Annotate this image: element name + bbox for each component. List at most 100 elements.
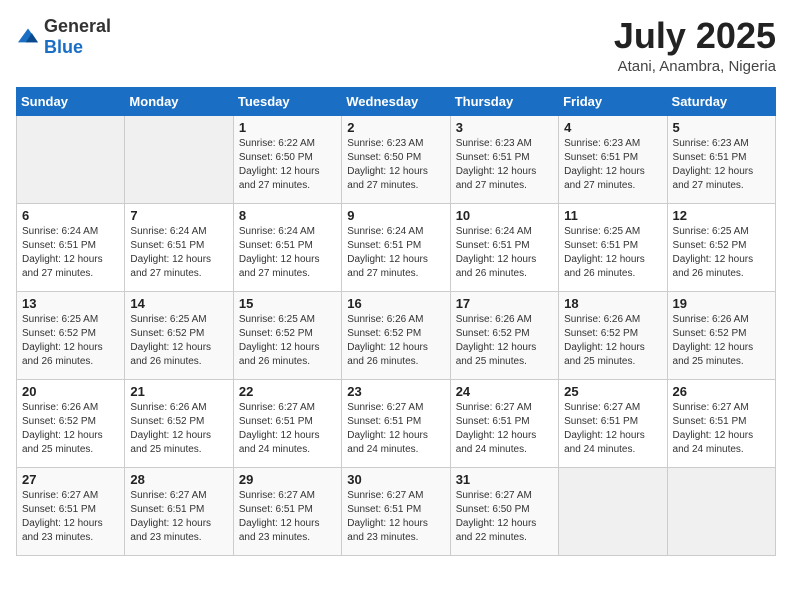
calendar-cell xyxy=(17,115,125,203)
calendar-week-row: 20Sunrise: 6:26 AMSunset: 6:52 PMDayligh… xyxy=(17,379,776,467)
calendar-cell: 13 Sunrise: 6:25 AMSunset: 6:52 PMDayligh… xyxy=(17,291,125,379)
day-number: 7 xyxy=(130,208,227,223)
day-number: 30 xyxy=(347,472,444,487)
day-number: 3 xyxy=(456,120,553,135)
calendar-cell: 15Sunrise: 6:25 AMSunset: 6:52 PMDayligh… xyxy=(233,291,341,379)
day-number: 29 xyxy=(239,472,336,487)
calendar-cell: 2 Sunrise: 6:23 AMSunset: 6:50 PMDaylight… xyxy=(342,115,450,203)
location-title: Atani, Anambra, Nigeria xyxy=(614,58,776,75)
day-number: 11 xyxy=(564,208,661,223)
calendar-cell: 26 Sunrise: 6:27 AMSunset: 6:51 PMDayligh… xyxy=(667,379,775,467)
weekday-header: Monday xyxy=(125,87,233,115)
calendar-cell: 9 Sunrise: 6:24 AMSunset: 6:51 PMDaylight… xyxy=(342,203,450,291)
logo-text: General Blue xyxy=(44,16,111,58)
logo-general: General xyxy=(44,16,111,36)
cell-content: Sunrise: 6:22 AMSunset: 6:50 PMDaylight:… xyxy=(239,137,336,193)
cell-content: Sunrise: 6:26 AMSunset: 6:52 PMDaylight:… xyxy=(673,313,770,369)
day-number: 9 xyxy=(347,208,444,223)
cell-content: Sunrise: 6:25 AMSunset: 6:52 PMDaylight:… xyxy=(239,313,336,369)
calendar-cell: 10 Sunrise: 6:24 AMSunset: 6:51 PMDayligh… xyxy=(450,203,558,291)
cell-content: Sunrise: 6:25 AMSunset: 6:51 PMDaylight:… xyxy=(564,225,661,281)
calendar-cell: 16 Sunrise: 6:26 AMSunset: 6:52 PMDayligh… xyxy=(342,291,450,379)
day-number: 24 xyxy=(456,384,553,399)
calendar-cell: 29 Sunrise: 6:27 AMSunset: 6:51 PMDayligh… xyxy=(233,467,341,555)
day-number: 28 xyxy=(130,472,227,487)
day-number: 18 xyxy=(564,296,661,311)
calendar-cell: 20Sunrise: 6:26 AMSunset: 6:52 PMDayligh… xyxy=(17,379,125,467)
cell-content: Sunrise: 6:27 AMSunset: 6:51 PMDaylight:… xyxy=(239,489,336,545)
day-number: 26 xyxy=(673,384,770,399)
calendar-cell: 8 Sunrise: 6:24 AMSunset: 6:51 PMDaylight… xyxy=(233,203,341,291)
cell-content: Sunrise: 6:27 AMSunset: 6:51 PMDaylight:… xyxy=(673,401,770,457)
calendar-cell: 3 Sunrise: 6:23 AMSunset: 6:51 PMDaylight… xyxy=(450,115,558,203)
cell-content: Sunrise: 6:27 AMSunset: 6:51 PMDaylight:… xyxy=(456,401,553,457)
logo-blue: Blue xyxy=(44,37,83,57)
cell-content: Sunrise: 6:23 AMSunset: 6:51 PMDaylight:… xyxy=(564,137,661,193)
calendar-cell: 17 Sunrise: 6:26 AMSunset: 6:52 PMDayligh… xyxy=(450,291,558,379)
cell-content: Sunrise: 6:26 AMSunset: 6:52 PMDaylight:… xyxy=(130,401,227,457)
cell-content: Sunrise: 6:24 AMSunset: 6:51 PMDaylight:… xyxy=(239,225,336,281)
month-title: July 2025 xyxy=(614,16,776,56)
calendar-week-row: 6 Sunrise: 6:24 AMSunset: 6:51 PMDaylight… xyxy=(17,203,776,291)
logo-icon xyxy=(16,27,40,47)
calendar-cell: 25Sunrise: 6:27 AMSunset: 6:51 PMDayligh… xyxy=(559,379,667,467)
cell-content: Sunrise: 6:27 AMSunset: 6:51 PMDaylight:… xyxy=(347,489,444,545)
calendar-cell: 4 Sunrise: 6:23 AMSunset: 6:51 PMDaylight… xyxy=(559,115,667,203)
day-number: 27 xyxy=(22,472,119,487)
day-number: 6 xyxy=(22,208,119,223)
cell-content: Sunrise: 6:26 AMSunset: 6:52 PMDaylight:… xyxy=(456,313,553,369)
calendar-cell: 11 Sunrise: 6:25 AMSunset: 6:51 PMDayligh… xyxy=(559,203,667,291)
day-number: 5 xyxy=(673,120,770,135)
cell-content: Sunrise: 6:23 AMSunset: 6:50 PMDaylight:… xyxy=(347,137,444,193)
cell-content: Sunrise: 6:26 AMSunset: 6:52 PMDaylight:… xyxy=(564,313,661,369)
cell-content: Sunrise: 6:26 AMSunset: 6:52 PMDaylight:… xyxy=(347,313,444,369)
day-number: 14 xyxy=(130,296,227,311)
cell-content: Sunrise: 6:27 AMSunset: 6:50 PMDaylight:… xyxy=(456,489,553,545)
day-number: 19 xyxy=(673,296,770,311)
cell-content: Sunrise: 6:25 AMSunset: 6:52 PMDaylight:… xyxy=(130,313,227,369)
day-number: 2 xyxy=(347,120,444,135)
day-number: 16 xyxy=(347,296,444,311)
weekday-header: Friday xyxy=(559,87,667,115)
calendar-week-row: 27 Sunrise: 6:27 AMSunset: 6:51 PMDayligh… xyxy=(17,467,776,555)
calendar-cell: 5 Sunrise: 6:23 AMSunset: 6:51 PMDaylight… xyxy=(667,115,775,203)
calendar-cell: 1Sunrise: 6:22 AMSunset: 6:50 PMDaylight… xyxy=(233,115,341,203)
cell-content: Sunrise: 6:24 AMSunset: 6:51 PMDaylight:… xyxy=(347,225,444,281)
calendar-cell: 6 Sunrise: 6:24 AMSunset: 6:51 PMDaylight… xyxy=(17,203,125,291)
calendar-cell: 7 Sunrise: 6:24 AMSunset: 6:51 PMDaylight… xyxy=(125,203,233,291)
title-block: July 2025 Atani, Anambra, Nigeria xyxy=(614,16,776,75)
cell-content: Sunrise: 6:24 AMSunset: 6:51 PMDaylight:… xyxy=(456,225,553,281)
weekday-header: Wednesday xyxy=(342,87,450,115)
calendar-cell xyxy=(125,115,233,203)
cell-content: Sunrise: 6:23 AMSunset: 6:51 PMDaylight:… xyxy=(456,137,553,193)
page-header: General Blue July 2025 Atani, Anambra, N… xyxy=(16,16,776,75)
day-number: 31 xyxy=(456,472,553,487)
weekday-header-row: SundayMondayTuesdayWednesdayThursdayFrid… xyxy=(17,87,776,115)
calendar-table: SundayMondayTuesdayWednesdayThursdayFrid… xyxy=(16,87,776,556)
weekday-header: Thursday xyxy=(450,87,558,115)
cell-content: Sunrise: 6:24 AMSunset: 6:51 PMDaylight:… xyxy=(22,225,119,281)
calendar-cell xyxy=(559,467,667,555)
day-number: 17 xyxy=(456,296,553,311)
cell-content: Sunrise: 6:23 AMSunset: 6:51 PMDaylight:… xyxy=(673,137,770,193)
cell-content: Sunrise: 6:27 AMSunset: 6:51 PMDaylight:… xyxy=(22,489,119,545)
calendar-cell xyxy=(667,467,775,555)
calendar-cell: 18 Sunrise: 6:26 AMSunset: 6:52 PMDayligh… xyxy=(559,291,667,379)
calendar-cell: 14 Sunrise: 6:25 AMSunset: 6:52 PMDayligh… xyxy=(125,291,233,379)
day-number: 8 xyxy=(239,208,336,223)
calendar-week-row: 1Sunrise: 6:22 AMSunset: 6:50 PMDaylight… xyxy=(17,115,776,203)
cell-content: Sunrise: 6:25 AMSunset: 6:52 PMDaylight:… xyxy=(673,225,770,281)
cell-content: Sunrise: 6:27 AMSunset: 6:51 PMDaylight:… xyxy=(564,401,661,457)
cell-content: Sunrise: 6:25 AMSunset: 6:52 PMDaylight:… xyxy=(22,313,119,369)
cell-content: Sunrise: 6:27 AMSunset: 6:51 PMDaylight:… xyxy=(130,489,227,545)
calendar-week-row: 13 Sunrise: 6:25 AMSunset: 6:52 PMDayligh… xyxy=(17,291,776,379)
calendar-cell: 22Sunrise: 6:27 AMSunset: 6:51 PMDayligh… xyxy=(233,379,341,467)
day-number: 4 xyxy=(564,120,661,135)
day-number: 10 xyxy=(456,208,553,223)
cell-content: Sunrise: 6:24 AMSunset: 6:51 PMDaylight:… xyxy=(130,225,227,281)
day-number: 13 xyxy=(22,296,119,311)
day-number: 22 xyxy=(239,384,336,399)
calendar-cell: 24 Sunrise: 6:27 AMSunset: 6:51 PMDayligh… xyxy=(450,379,558,467)
weekday-header: Sunday xyxy=(17,87,125,115)
calendar-cell: 23Sunrise: 6:27 AMSunset: 6:51 PMDayligh… xyxy=(342,379,450,467)
